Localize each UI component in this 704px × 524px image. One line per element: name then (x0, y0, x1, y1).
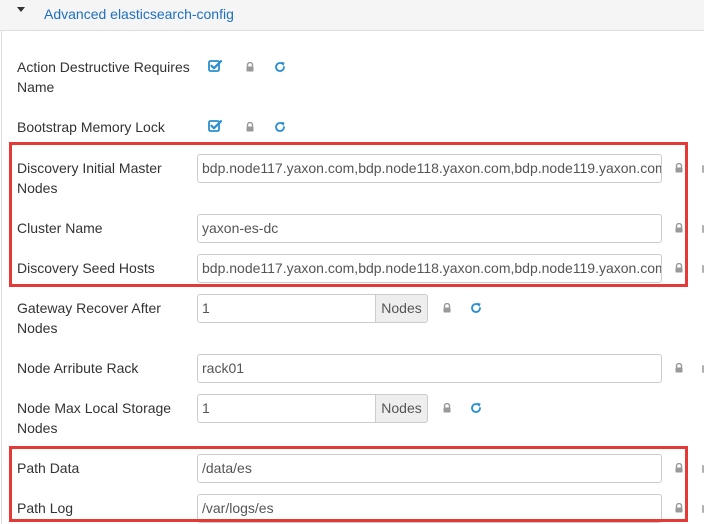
node-max-local-storage-nodes-input[interactable]: 1 (197, 394, 376, 423)
checkbox-checked-icon[interactable] (208, 59, 222, 73)
refresh-icon[interactable] (274, 121, 286, 133)
gateway-recover-after-nodes-label: Gateway Recover After Nodes (17, 300, 161, 336)
discovery-initial-master-nodes-input[interactable]: bdp.node117.yaxon.com,bdp.node118.yaxon.… (197, 154, 662, 183)
node-attribute-rack-input[interactable]: rack01 (197, 354, 662, 383)
discovery-seed-hosts-label: Discovery Seed Hosts (17, 260, 155, 276)
cluster-name-input[interactable]: yaxon-es-dc (197, 214, 662, 243)
nodes-unit-addon: Nodes (376, 294, 428, 323)
gateway-recover-after-nodes-input[interactable]: 1 (197, 294, 376, 323)
refresh-icon[interactable] (470, 402, 482, 414)
lock-icon (675, 163, 683, 173)
lock-icon (675, 223, 683, 233)
lock-icon (443, 303, 451, 313)
node-attribute-rack-label: Node Arribute Rack (17, 360, 139, 376)
section-title[interactable]: Advanced elasticsearch-config (44, 6, 234, 22)
discovery-seed-hosts-input[interactable]: bdp.node117.yaxon.com,bdp.node118.yaxon.… (197, 254, 662, 283)
path-log-label: Path Log (17, 500, 74, 516)
bootstrap-memory-lock-label: Bootstrap Memory Lock (17, 119, 165, 135)
path-data-label: Path Data (17, 460, 80, 476)
checkbox-checked-icon[interactable] (208, 119, 222, 133)
lock-icon (246, 122, 254, 132)
refresh-icon[interactable] (274, 61, 286, 73)
section-header[interactable]: Advanced elasticsearch-config (0, 0, 704, 31)
nodes-unit-addon: Nodes (376, 394, 428, 423)
cluster-name-label: Cluster Name (17, 220, 103, 236)
path-data-input[interactable]: /data/es (197, 454, 662, 483)
caret-down-icon[interactable] (17, 7, 25, 12)
lock-icon (675, 503, 683, 513)
lock-icon (246, 62, 254, 72)
path-log-input[interactable]: /var/logs/es (197, 494, 662, 523)
node-max-local-storage-nodes-label: Node Max Local Storage Nodes (17, 400, 172, 436)
lock-icon (675, 363, 683, 373)
lock-icon (675, 463, 683, 473)
action-destructive-label: Action Destructive Requires Name (17, 59, 190, 95)
panel-border (1, 31, 2, 524)
lock-icon (443, 403, 451, 413)
lock-icon (675, 263, 683, 273)
refresh-icon[interactable] (470, 302, 482, 314)
discovery-initial-master-nodes-label: Discovery Initial Master Nodes (17, 160, 162, 196)
